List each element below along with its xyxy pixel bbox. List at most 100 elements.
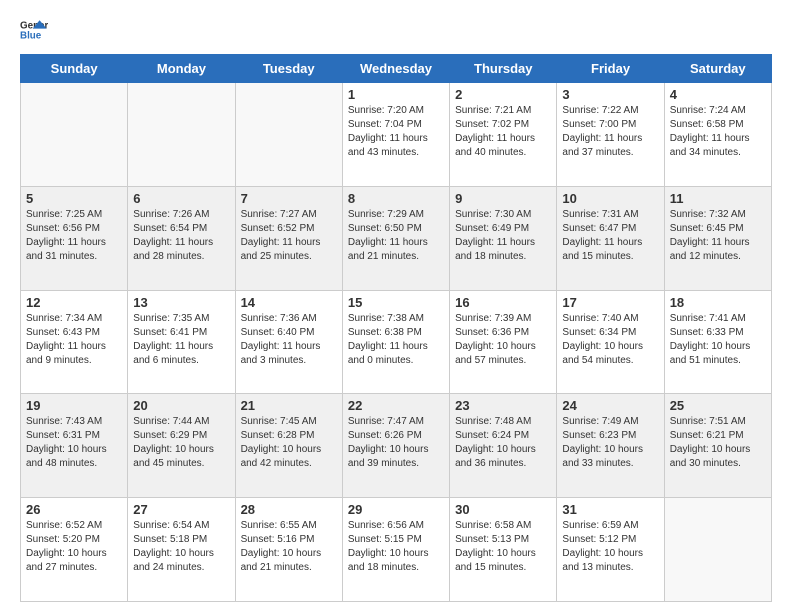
daylight-label: Daylight: 11 hours and 18 minutes. xyxy=(455,237,535,262)
cell-info: Sunrise: 7:40 AMSunset: 6:34 PMDaylight:… xyxy=(562,312,658,368)
daylight-label: Daylight: 11 hours and 40 minutes. xyxy=(455,133,535,158)
daylight-label: Daylight: 11 hours and 9 minutes. xyxy=(26,341,106,366)
day-number: 18 xyxy=(670,295,766,310)
cell-info: Sunrise: 7:25 AMSunset: 6:56 PMDaylight:… xyxy=(26,208,122,264)
daylight-label: Daylight: 10 hours and 30 minutes. xyxy=(670,444,751,469)
sunrise-label: Sunrise: 7:31 AM xyxy=(562,209,638,220)
cell-info: Sunrise: 6:56 AMSunset: 5:15 PMDaylight:… xyxy=(348,519,444,575)
calendar-cell: 2 Sunrise: 7:21 AM Sunset: 7:02 PM Daylight… xyxy=(450,83,557,187)
sunset-label: Sunset: 7:02 PM xyxy=(455,119,529,130)
calendar-cell: 31 Sunrise: 6:59 AM Sunset: 5:12 PM Dayligh… xyxy=(557,498,664,602)
daylight-label: Daylight: 11 hours and 43 minutes. xyxy=(348,133,428,158)
sunrise-label: Sunrise: 6:59 AM xyxy=(562,520,638,531)
calendar-cell: 11Sunrise: 7:32 AMSunset: 6:45 PMDayligh… xyxy=(664,186,771,290)
sunrise-label: Sunrise: 7:26 AM xyxy=(133,209,209,220)
day-number: 11 xyxy=(670,191,766,206)
daylight-label: Daylight: 11 hours and 15 minutes. xyxy=(562,237,642,262)
sunset-label: Sunset: 6:54 PM xyxy=(133,223,207,234)
sunset-label: Sunset: 6:23 PM xyxy=(562,430,636,441)
calendar-cell xyxy=(664,498,771,602)
calendar-cell: 20 Sunrise: 7:44 AMSunset: 6:29 PMDayligh… xyxy=(128,394,235,498)
sunrise-label: Sunrise: 7:27 AM xyxy=(241,209,317,220)
sunrise-label: Sunrise: 6:58 AM xyxy=(455,520,531,531)
day-number: 1 xyxy=(348,87,444,102)
day-number: 6 xyxy=(133,191,229,206)
sunrise-label: Sunrise: 7:41 AM xyxy=(670,313,746,324)
sunset-label: Sunset: 6:40 PM xyxy=(241,327,315,338)
day-number: 16 xyxy=(455,295,551,310)
sunrise-label: Sunrise: 6:55 AM xyxy=(241,520,317,531)
calendar-cell xyxy=(235,83,342,187)
cell-info: Sunrise: 7:51 AMSunset: 6:21 PMDaylight:… xyxy=(670,415,766,471)
calendar-cell: 1Sunrise: 7:20 AMSunset: 7:04 PMDaylight… xyxy=(342,83,449,187)
daylight-label: Daylight: 10 hours and 57 minutes. xyxy=(455,341,536,366)
calendar-cell: 6Sunrise: 7:26 AMSunset: 6:54 PMDaylight… xyxy=(128,186,235,290)
sunset-label: Sunset: 5:12 PM xyxy=(562,534,636,545)
sunrise-label: Sunrise: 7:32 AM xyxy=(670,209,746,220)
cell-info: Sunrise: 7:47 AMSunset: 6:26 PMDaylight:… xyxy=(348,415,444,471)
calendar-cell: 17Sunrise: 7:40 AMSunset: 6:34 PMDayligh… xyxy=(557,290,664,394)
daylight-label: Daylight: 10 hours and 15 minutes. xyxy=(455,548,536,573)
day-number: 21 xyxy=(241,398,337,413)
calendar-cell: 13Sunrise: 7:35 AMSunset: 6:41 PMDayligh… xyxy=(128,290,235,394)
cell-info: Sunrise: 7:39 AMSunset: 6:36 PMDaylight:… xyxy=(455,312,551,368)
sunset-label: Sunset: 5:16 PM xyxy=(241,534,315,545)
sunrise-label: Sunrise: 7:38 AM xyxy=(348,313,424,324)
cell-info: Sunrise: 7:34 AM Sunset: 6:43 PM Daylight:… xyxy=(26,312,122,368)
sunset-label: Sunset: 7:00 PM xyxy=(562,119,636,130)
cell-info: Sunrise: 6:54 AMSunset: 5:18 PMDaylight:… xyxy=(133,519,229,575)
sunset-label: Sunset: 6:41 PM xyxy=(133,327,207,338)
cell-info: Sunrise: 7:24 AMSunset: 6:58 PMDaylight:… xyxy=(670,104,766,160)
sunset-label: Sunset: 6:50 PM xyxy=(348,223,422,234)
sunset-label: Sunset: 6:43 PM xyxy=(26,327,100,338)
calendar-cell: 24Sunrise: 7:49 AMSunset: 6:23 PMDayligh… xyxy=(557,394,664,498)
weekday-header-wednesday: Wednesday xyxy=(342,55,449,83)
sunrise-label: Sunrise: 7:34 AM xyxy=(26,313,102,324)
weekday-header-monday: Monday xyxy=(128,55,235,83)
sunrise-label: Sunrise: 7:44 AM xyxy=(133,416,209,427)
cell-info: Sunrise: 7:21 AM Sunset: 7:02 PM Daylight:… xyxy=(455,104,551,160)
calendar-cell xyxy=(21,83,128,187)
svg-text:Blue: Blue xyxy=(20,30,42,41)
daylight-label: Daylight: 11 hours and 3 minutes. xyxy=(241,341,321,366)
sunset-label: Sunset: 6:21 PM xyxy=(670,430,744,441)
cell-info: Sunrise: 7:29 AMSunset: 6:50 PMDaylight:… xyxy=(348,208,444,264)
sunrise-label: Sunrise: 7:35 AM xyxy=(133,313,209,324)
day-number: 14 xyxy=(241,295,337,310)
sunrise-label: Sunrise: 7:20 AM xyxy=(348,105,424,116)
sunrise-label: Sunrise: 7:22 AM xyxy=(562,105,638,116)
weekday-header-tuesday: Tuesday xyxy=(235,55,342,83)
daylight-label: Daylight: 10 hours and 48 minutes. xyxy=(26,444,107,469)
day-number: 28 xyxy=(241,502,337,517)
calendar-cell: 7Sunrise: 7:27 AMSunset: 6:52 PMDaylight… xyxy=(235,186,342,290)
calendar-cell: 21Sunrise: 7:45 AMSunset: 6:28 PMDayligh… xyxy=(235,394,342,498)
sunset-label: Sunset: 6:24 PM xyxy=(455,430,529,441)
day-number: 31 xyxy=(562,502,658,517)
cell-info: Sunrise: 7:30 AMSunset: 6:49 PMDaylight:… xyxy=(455,208,551,264)
cell-info: Sunrise: 7:41 AMSunset: 6:33 PMDaylight:… xyxy=(670,312,766,368)
sunset-label: Sunset: 6:45 PM xyxy=(670,223,744,234)
day-number: 23 xyxy=(455,398,551,413)
daylight-label: Daylight: 10 hours and 33 minutes. xyxy=(562,444,643,469)
calendar-cell: 23Sunrise: 7:48 AMSunset: 6:24 PMDayligh… xyxy=(450,394,557,498)
sunrise-label: Sunrise: 7:21 AM xyxy=(455,105,531,116)
sunrise-label: Sunrise: 7:45 AM xyxy=(241,416,317,427)
daylight-label: Daylight: 10 hours and 51 minutes. xyxy=(670,341,751,366)
logo: General Blue xyxy=(20,16,48,44)
calendar-cell: 3Sunrise: 7:22 AMSunset: 7:00 PMDaylight… xyxy=(557,83,664,187)
day-number: 4 xyxy=(670,87,766,102)
calendar-cell: 8Sunrise: 7:29 AMSunset: 6:50 PMDaylight… xyxy=(342,186,449,290)
sunset-label: Sunset: 5:13 PM xyxy=(455,534,529,545)
sunrise-label: Sunrise: 7:40 AM xyxy=(562,313,638,324)
daylight-label: Daylight: 11 hours and 0 minutes. xyxy=(348,341,428,366)
day-number: 12 xyxy=(26,295,122,310)
day-number: 2 xyxy=(455,87,551,102)
weekday-header-saturday: Saturday xyxy=(664,55,771,83)
daylight-label: Daylight: 11 hours and 6 minutes. xyxy=(133,341,213,366)
calendar-cell: 29Sunrise: 6:56 AMSunset: 5:15 PMDayligh… xyxy=(342,498,449,602)
daylight-label: Daylight: 10 hours and 13 minutes. xyxy=(562,548,643,573)
cell-info: Sunrise: 7:49 AMSunset: 6:23 PMDaylight:… xyxy=(562,415,658,471)
cell-info: Sunrise: 7:44 AMSunset: 6:29 PMDaylight:… xyxy=(133,415,229,471)
calendar-cell: 22Sunrise: 7:47 AMSunset: 6:26 PMDayligh… xyxy=(342,394,449,498)
day-number: 20 xyxy=(133,398,229,413)
